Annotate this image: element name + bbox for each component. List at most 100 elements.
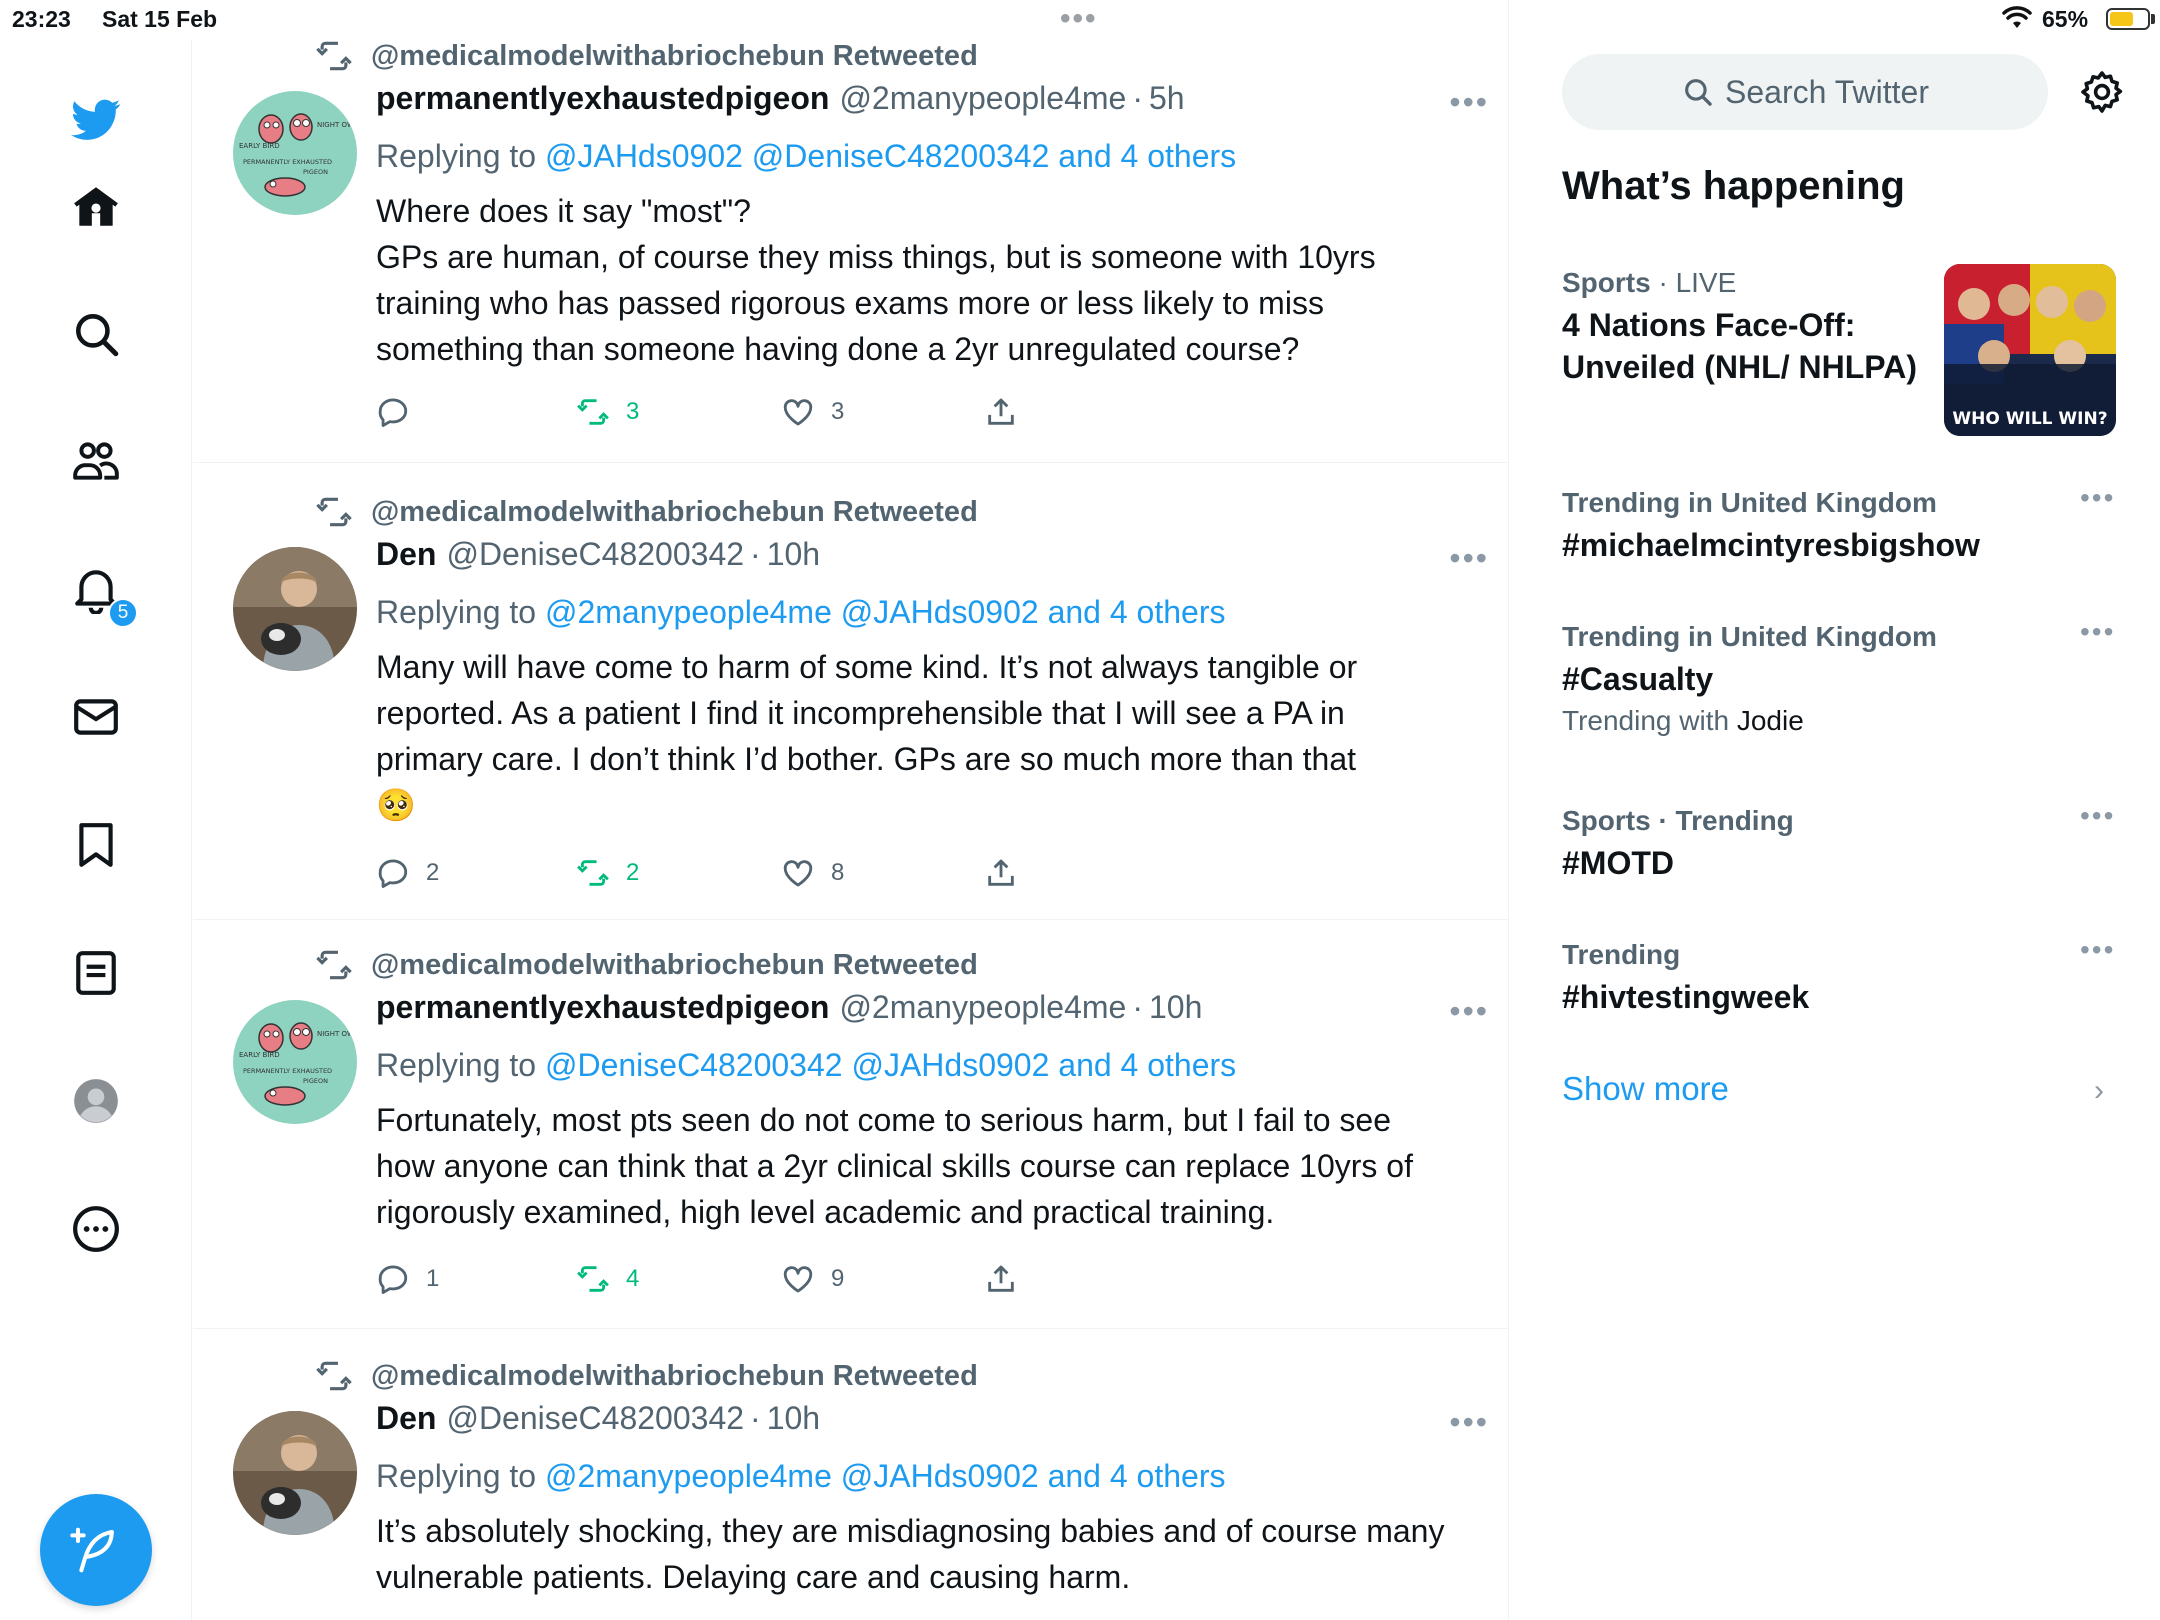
more-icon[interactable]	[65, 1198, 127, 1260]
wifi-icon	[2002, 6, 2032, 36]
avatar-text-night: NIGHT OWL	[317, 1030, 357, 1038]
tweet-time[interactable]: 10h	[767, 536, 820, 573]
heart-icon	[783, 1266, 813, 1293]
tweet-text: Fortunately, most pts seen do not come t…	[376, 1102, 1413, 1230]
compose-tweet-button[interactable]	[40, 1494, 152, 1606]
trending-with-label: Trending with	[1562, 705, 1730, 736]
profile-icon[interactable]	[65, 1070, 127, 1132]
avatar-text-pigeon: PIGEON	[303, 1077, 328, 1085]
tweet-header: permanentlyexhaustedpigeon @2manypeople4…	[376, 989, 1456, 1039]
chevron-right-icon[interactable]: ›	[2094, 1074, 2104, 1108]
reply-button[interactable]: 1	[376, 1262, 439, 1296]
retweet-context: @medicalmodelwithabriochebun Retweeted	[315, 492, 978, 532]
like-button[interactable]: 8	[781, 856, 844, 890]
tweet-body: permanentlyexhaustedpigeon @2manypeople4…	[376, 989, 1456, 1235]
like-count: 9	[831, 1265, 845, 1292]
tweet-time[interactable]: 10h	[767, 1400, 820, 1437]
author-name[interactable]: Den	[376, 536, 436, 573]
battery-icon	[2106, 8, 2150, 30]
retweet-count: 4	[626, 1265, 640, 1292]
messages-icon[interactable]	[65, 686, 127, 748]
trend-item[interactable]: Sports · Trending #MOTD	[1562, 800, 2122, 884]
reply-count: 2	[426, 859, 440, 886]
trending-with-value[interactable]: Jodie	[1737, 705, 1804, 736]
tweet[interactable]: @medicalmodelwithabriochebun Retweeted E…	[193, 920, 1508, 1329]
tweet-body: Den @DeniseC48200342 · 10h Replying to @…	[376, 536, 1456, 828]
share-button[interactable]	[984, 395, 1034, 429]
retweeted-by-label[interactable]: @medicalmodelwithabriochebun Retweeted	[371, 40, 978, 73]
tweet-more-icon[interactable]: •••	[1449, 540, 1489, 577]
retweet-icon	[316, 497, 352, 527]
search-icon[interactable]	[65, 303, 127, 365]
trend-more-icon[interactable]: •••	[2080, 934, 2115, 966]
retweet-button[interactable]: 3	[576, 395, 639, 429]
twitter-logo-icon[interactable]	[65, 88, 127, 150]
reply-button[interactable]: 2	[376, 856, 439, 890]
search-input[interactable]: Search Twitter	[1562, 54, 2048, 130]
like-button[interactable]: 3	[781, 395, 844, 429]
tweet-time[interactable]: 5h	[1149, 80, 1185, 117]
tweet[interactable]: @medicalmodelwithabriochebun Retweeted D…	[193, 463, 1508, 920]
lists-icon[interactable]	[65, 942, 127, 1004]
tweet-header: Den @DeniseC48200342 · 10h	[376, 1400, 1456, 1450]
author-handle[interactable]: @2manypeople4me	[839, 80, 1126, 117]
author-name[interactable]: Den	[376, 1400, 436, 1437]
replying-mentions[interactable]: @JAHds0902 @DeniseC48200342 and 4 others	[545, 138, 1236, 174]
avatar[interactable]: EARLY BIRD NIGHT OWL PERMANENTLY EXHAUST…	[233, 91, 357, 215]
author-name[interactable]: permanentlyexhaustedpigeon	[376, 80, 829, 117]
tweet-more-icon[interactable]: •••	[1449, 84, 1489, 121]
trend-more-icon[interactable]: •••	[2080, 616, 2115, 648]
retweet-button[interactable]: 2	[576, 856, 639, 890]
tweet-more-icon[interactable]: •••	[1449, 1404, 1489, 1441]
show-more-link[interactable]: Show more	[1562, 1070, 1729, 1108]
timeline: @medicalmodelwithabriochebun Retweeted E…	[193, 0, 1509, 1620]
retweet-button[interactable]: 4	[576, 1262, 639, 1296]
author-name[interactable]: permanentlyexhaustedpigeon	[376, 989, 829, 1026]
trend-item[interactable]: Trending in United Kingdom #michaelmcint…	[1562, 482, 2122, 566]
reply-count: 1	[426, 1265, 440, 1292]
tweet-more-icon[interactable]: •••	[1449, 993, 1489, 1030]
tweet-header: permanentlyexhaustedpigeon @2manypeople4…	[376, 80, 1456, 130]
retweeted-by-label[interactable]: @medicalmodelwithabriochebun Retweeted	[371, 949, 978, 982]
trend-more-icon[interactable]: •••	[2080, 482, 2115, 514]
replying-mentions[interactable]: @2manypeople4me @JAHds0902 and 4 others	[545, 594, 1225, 630]
separator: ·	[750, 1400, 761, 1436]
trend-thumbnail[interactable]: WHO WILL WIN?	[1944, 264, 2116, 436]
share-button[interactable]	[984, 856, 1034, 890]
retweeted-by-label[interactable]: @medicalmodelwithabriochebun Retweeted	[371, 1360, 978, 1393]
trend-more-icon[interactable]: •••	[2080, 800, 2115, 832]
avatar[interactable]: EARLY BIRD NIGHT OWL PERMANENTLY EXHAUST…	[233, 1000, 357, 1124]
bookmarks-icon[interactable]	[65, 814, 127, 876]
avatar-text-permanently: PERMANENTLY EXHAUSTED	[243, 1067, 332, 1075]
tweet-text: It’s absolutely shocking, they are misdi…	[376, 1513, 1445, 1595]
retweet-context: @medicalmodelwithabriochebun Retweeted	[315, 1356, 978, 1396]
retweeted-by-label[interactable]: @medicalmodelwithabriochebun Retweeted	[371, 496, 978, 529]
separator: ·	[1132, 989, 1143, 1025]
communities-icon[interactable]	[65, 430, 127, 492]
tweet-time[interactable]: 10h	[1149, 989, 1202, 1026]
trend-name: #Casualty	[1562, 661, 1714, 697]
tweet[interactable]: @medicalmodelwithabriochebun Retweeted E…	[193, 0, 1508, 463]
share-button[interactable]	[984, 1262, 1034, 1296]
heart-icon	[783, 399, 813, 426]
retweet-icon	[577, 860, 609, 886]
home-icon[interactable]	[65, 176, 127, 238]
author-handle[interactable]: @2manypeople4me	[839, 989, 1126, 1026]
avatar[interactable]	[233, 547, 357, 671]
author-handle[interactable]: @DeniseC48200342	[446, 536, 744, 573]
avatar[interactable]	[233, 1411, 357, 1535]
avatar-text-early: EARLY BIRD	[239, 142, 280, 150]
tweet[interactable]: @medicalmodelwithabriochebun Retweeted D…	[193, 1329, 1508, 1620]
reply-button[interactable]	[376, 395, 426, 429]
trend-name: 4 Nations Face-Off: Unveiled (NHL/ NHLPA…	[1562, 307, 1917, 385]
replying-mentions[interactable]: @DeniseC48200342 @JAHds0902 and 4 others	[545, 1047, 1236, 1083]
replying-mentions[interactable]: @2manypeople4me @JAHds0902 and 4 others	[545, 1458, 1225, 1494]
trend-item[interactable]: Trending #hivtestingweek	[1562, 934, 2122, 1018]
author-handle[interactable]: @DeniseC48200342	[446, 1400, 744, 1437]
live-label: LIVE	[1675, 267, 1737, 298]
like-button[interactable]: 9	[781, 1262, 844, 1296]
separator: ·	[750, 536, 761, 572]
settings-gear-icon[interactable]	[2078, 68, 2126, 116]
trend-item[interactable]: Trending in United Kingdom #Casualty Tre…	[1562, 616, 2122, 742]
trend-category: Trending in United Kingdom	[1562, 487, 1937, 518]
